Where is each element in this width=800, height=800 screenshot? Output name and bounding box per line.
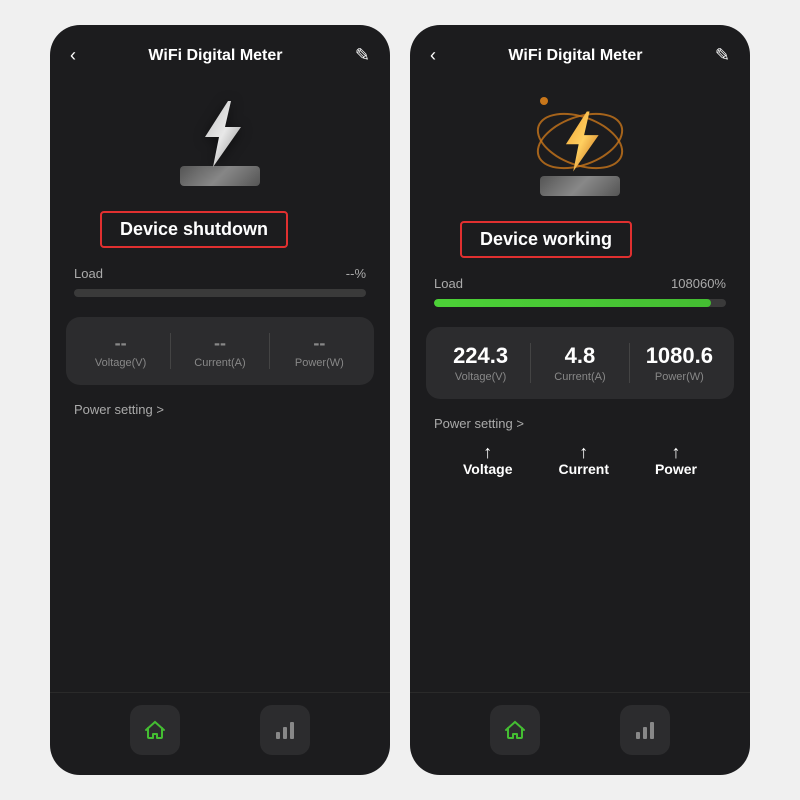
left-load-label: Load (74, 266, 103, 281)
left-header: ‹ WiFi Digital Meter ✎ (50, 25, 390, 76)
left-power-setting[interactable]: Power setting > (50, 397, 390, 419)
right-current-label: Current(A) (554, 371, 605, 383)
voltage-annotation: ↑ Voltage (463, 443, 513, 477)
shutdown-lightning-icon (193, 99, 248, 174)
left-current-item: -- Current(A) (180, 333, 260, 369)
right-metrics-card: 224.3 Voltage(V) 4.8 Current(A) 1080.6 P… (426, 327, 734, 399)
left-power-setting-text[interactable]: Power setting > (74, 402, 164, 417)
left-status-text: Device shutdown (120, 219, 268, 239)
right-current-value: 4.8 (565, 343, 596, 369)
power-annotation: ↑ Power (655, 443, 697, 477)
current-annotation: ↑ Current (558, 443, 609, 477)
left-divider-1 (170, 333, 171, 369)
left-chart-button[interactable] (260, 705, 310, 755)
left-voltage-label: Voltage(V) (95, 357, 146, 369)
right-title: WiFi Digital Meter (508, 47, 642, 65)
right-power-setting[interactable]: Power setting > (410, 411, 750, 433)
left-current-value: -- (214, 333, 226, 355)
right-load-section: Load 108060% (410, 258, 750, 315)
right-header: ‹ WiFi Digital Meter ✎ (410, 25, 750, 76)
left-voltage-item: -- Voltage(V) (81, 333, 161, 369)
right-status-text: Device working (480, 229, 612, 249)
right-power-item: 1080.6 Power(W) (639, 343, 719, 383)
right-load-value: 108060% (671, 276, 726, 291)
right-divider-1 (530, 343, 531, 383)
working-platform (540, 176, 620, 196)
right-status-badge: Device working (460, 221, 632, 258)
left-edit-button[interactable]: ✎ (355, 45, 370, 66)
right-load-label: Load (434, 276, 463, 291)
left-phone-card: ‹ WiFi Digital Meter ✎ (50, 25, 390, 775)
right-voltage-value: 224.3 (453, 343, 508, 369)
left-power-value: -- (313, 333, 325, 355)
right-voltage-item: 224.3 Voltage(V) (441, 343, 521, 383)
left-voltage-value: -- (115, 333, 127, 355)
left-bottom-nav (50, 692, 390, 775)
right-status-badge-wrapper: Device working (410, 206, 750, 258)
left-status-badge: Device shutdown (100, 211, 288, 248)
annotations-row: ↑ Voltage ↑ Current ↑ Power (410, 433, 750, 477)
left-divider-2 (269, 333, 270, 369)
current-arrow-icon: ↑ (579, 443, 588, 461)
left-title: WiFi Digital Meter (148, 47, 282, 65)
left-load-section: Load --% (50, 248, 390, 305)
right-metrics-row: 224.3 Voltage(V) 4.8 Current(A) 1080.6 P… (436, 343, 724, 383)
right-chart-button[interactable] (620, 705, 670, 755)
orbit-dot-1 (540, 97, 548, 105)
left-power-item: -- Power(W) (279, 333, 359, 369)
left-device-image (50, 76, 390, 196)
left-metrics-row: -- Voltage(V) -- Current(A) -- Power(W) (76, 333, 364, 369)
right-power-value: 1080.6 (646, 343, 713, 369)
left-bolt-icon (175, 96, 265, 186)
left-home-button[interactable] (130, 705, 180, 755)
left-status-badge-wrapper: Device shutdown (50, 196, 390, 248)
right-device-image (410, 76, 750, 206)
right-bottom-nav (410, 692, 750, 775)
left-current-label: Current(A) (194, 357, 245, 369)
right-progress-bg (434, 299, 726, 307)
right-back-button[interactable]: ‹ (430, 45, 436, 66)
right-home-button[interactable] (490, 705, 540, 755)
voltage-annotation-label: Voltage (463, 461, 513, 477)
right-bolt-icon (530, 96, 630, 196)
power-annotation-label: Power (655, 461, 697, 477)
left-power-label: Power(W) (295, 357, 344, 369)
left-metrics-card: -- Voltage(V) -- Current(A) -- Power(W) (66, 317, 374, 385)
left-progress-bg (74, 289, 366, 297)
right-phone-card: ‹ WiFi Digital Meter ✎ (410, 25, 750, 775)
right-power-label: Power(W) (655, 371, 704, 383)
left-load-value: --% (346, 266, 366, 281)
working-orbit (530, 101, 630, 181)
right-voltage-label: Voltage(V) (455, 371, 506, 383)
power-arrow-icon: ↑ (671, 443, 680, 461)
right-current-item: 4.8 Current(A) (540, 343, 620, 383)
right-divider-2 (629, 343, 630, 383)
right-power-setting-text[interactable]: Power setting > (434, 416, 524, 431)
current-annotation-label: Current (558, 461, 609, 477)
left-back-button[interactable]: ‹ (70, 45, 76, 66)
right-progress-fill (434, 299, 711, 307)
right-edit-button[interactable]: ✎ (715, 45, 730, 66)
voltage-arrow-icon: ↑ (483, 443, 492, 461)
